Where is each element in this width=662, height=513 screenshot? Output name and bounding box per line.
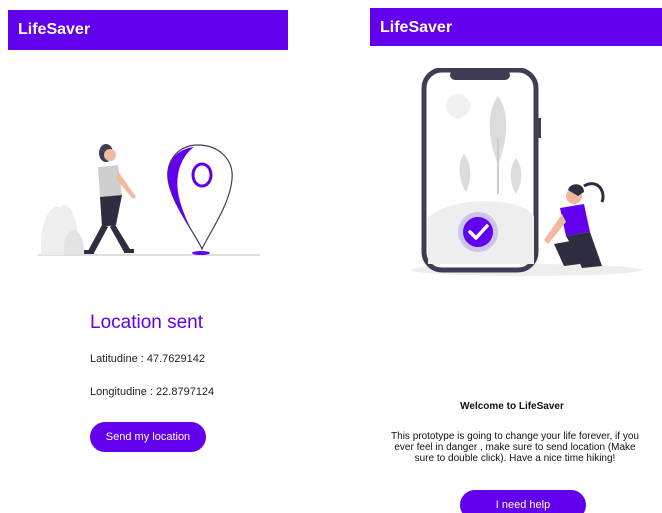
longitude-text: Longitudine : 22.8797124 bbox=[90, 386, 215, 398]
app-bar: LifeSaver bbox=[8, 10, 288, 50]
walking-woman-location-pin-illustration bbox=[38, 144, 260, 256]
location-sent-heading: Location sent bbox=[90, 312, 204, 333]
location-pin-icon bbox=[167, 144, 233, 255]
welcome-description: This prototype is going to change your l… bbox=[391, 431, 639, 464]
welcome-title: Welcome to LifeSaver bbox=[460, 401, 564, 412]
sitting-woman-figure bbox=[544, 182, 605, 268]
app-title: LifeSaver bbox=[380, 19, 453, 36]
need-help-button[interactable]: I need help bbox=[460, 490, 586, 513]
phone-icon bbox=[421, 68, 541, 273]
woman-figure bbox=[84, 144, 136, 254]
app-bar: LifeSaver bbox=[370, 8, 662, 46]
send-location-button[interactable]: Send my location bbox=[90, 422, 206, 452]
app-title: LifeSaver bbox=[18, 21, 91, 38]
latitude-text: Latitudine : 47.7629142 bbox=[90, 353, 205, 365]
phone-checkmark-illustration bbox=[410, 68, 642, 276]
location-sent-screen: LifeSaver Location sent Latitudine : 47.… bbox=[0, 0, 300, 513]
welcome-screen: LifeSaver Welcome to LifeSaver This prot… bbox=[362, 0, 662, 513]
